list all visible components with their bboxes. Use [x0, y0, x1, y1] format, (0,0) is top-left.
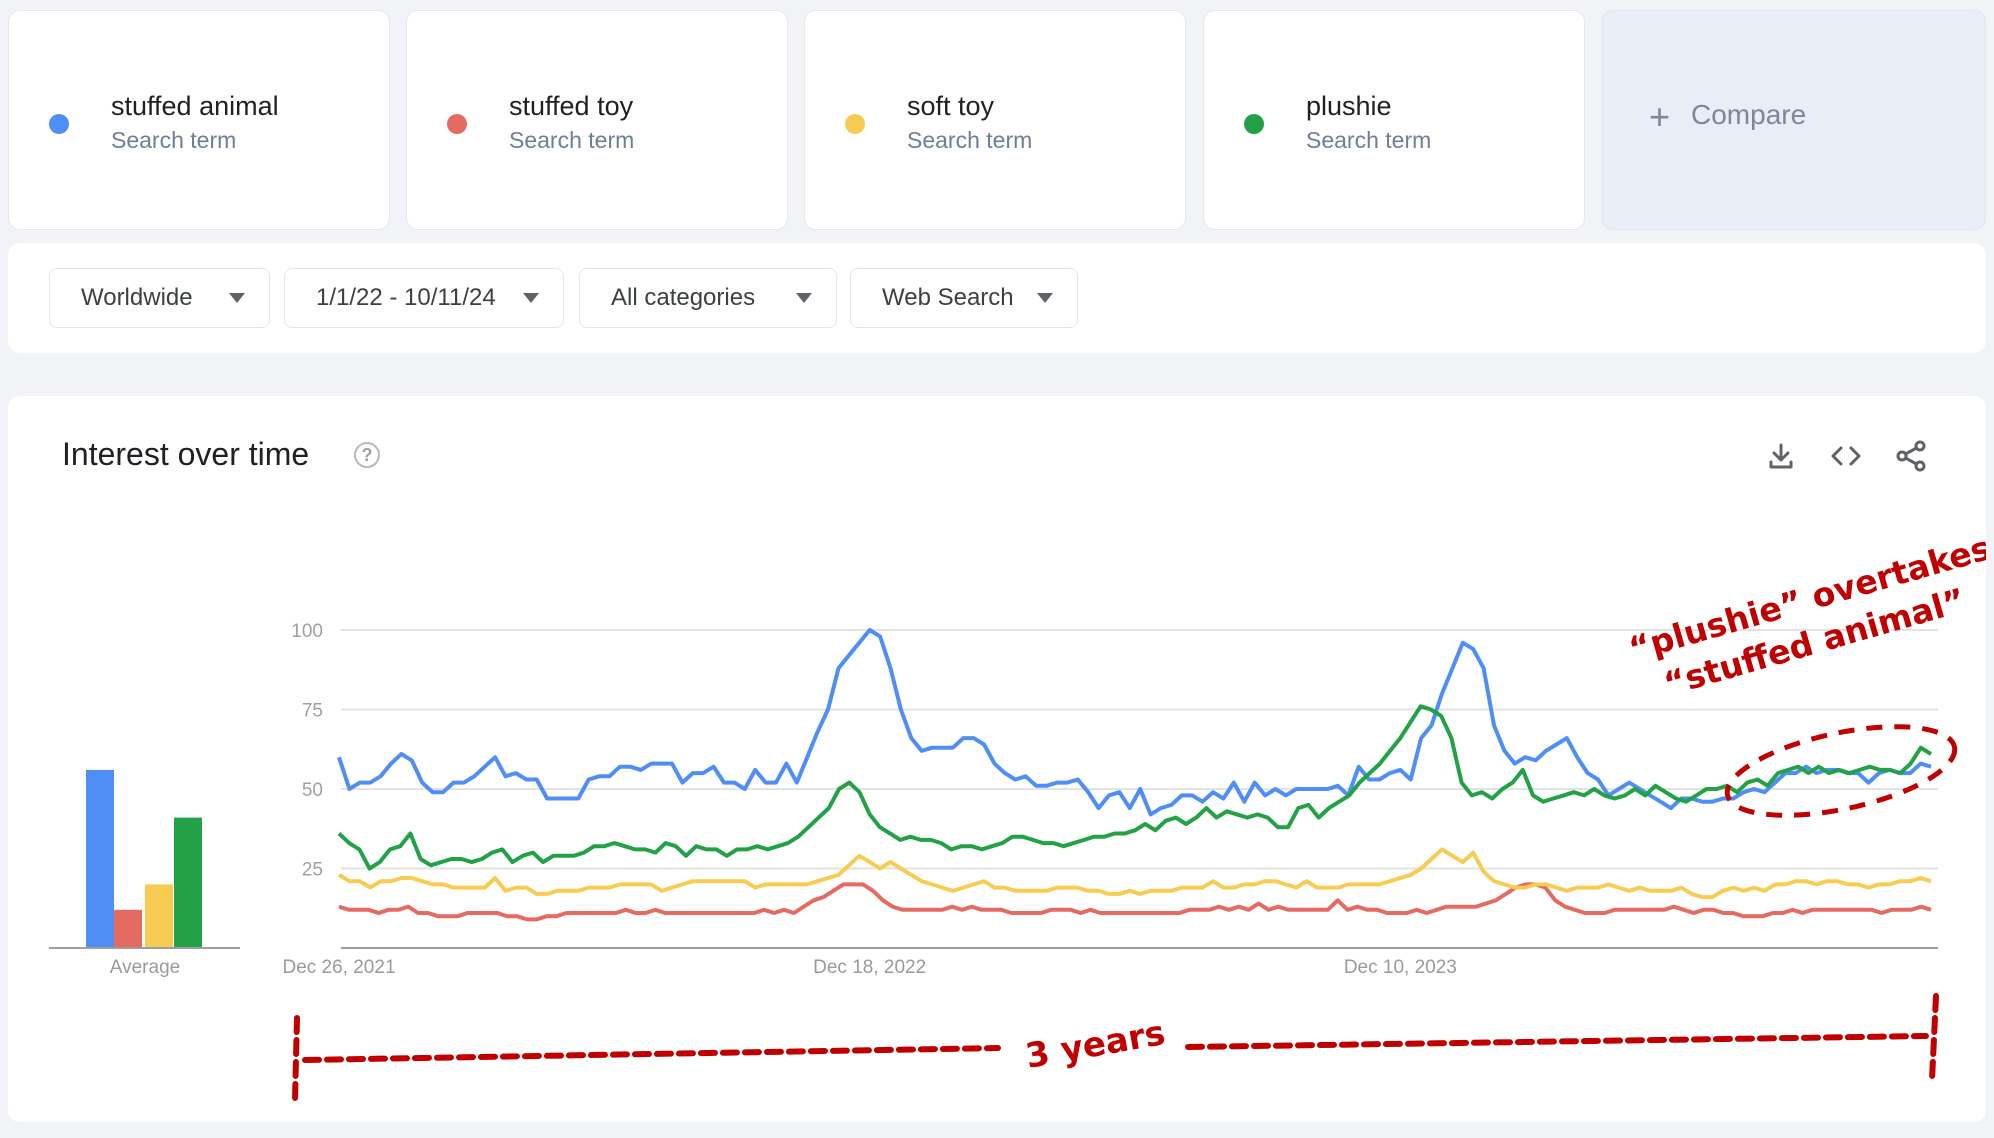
- span-bracket-left: [292, 1015, 300, 1103]
- series-color-dot: [1244, 114, 1264, 134]
- annotations: “plushie” overtakes“stuffed animal”3 yea…: [292, 528, 1986, 1103]
- term-name: stuffed animal: [111, 91, 279, 121]
- y-tick-label: 50: [302, 780, 323, 801]
- term-card-soft-toy[interactable]: soft toy Search term: [804, 10, 1186, 230]
- caret-down-icon: [229, 293, 245, 303]
- filter-bar: Worldwide 1/1/22 - 10/11/24 All categori…: [8, 243, 1986, 353]
- term-card-stuffed-toy[interactable]: stuffed toy Search term: [406, 10, 788, 230]
- term-type: Search term: [509, 127, 635, 153]
- term-type: Search term: [907, 127, 1033, 153]
- caret-down-icon: [523, 293, 539, 303]
- average-bar-stuffed-animal[interactable]: [86, 769, 114, 948]
- term-name: stuffed toy: [509, 91, 634, 121]
- series-line-plushie[interactable]: [337, 704, 1933, 871]
- average-bar-soft-toy[interactable]: [145, 884, 173, 948]
- term-card-stuffed-animal[interactable]: stuffed animal Search term: [8, 10, 390, 230]
- date-range-value: 1/1/22 - 10/11/24: [316, 284, 496, 311]
- series-color-dot: [845, 114, 865, 134]
- term-card-plushie[interactable]: plushie Search term: [1203, 10, 1585, 230]
- region-value: Worldwide: [81, 284, 193, 311]
- average-bars: Average: [49, 769, 240, 978]
- term-type: Search term: [111, 127, 237, 153]
- date-range-dropdown[interactable]: 1/1/22 - 10/11/24: [284, 268, 564, 328]
- span-line-right: [1185, 1033, 1929, 1050]
- search-terms-row: stuffed animal Search term stuffed toy S…: [8, 10, 1986, 230]
- average-bar-plushie[interactable]: [174, 817, 202, 948]
- x-tick-label: Dec 26, 2021: [282, 957, 395, 978]
- term-name: soft toy: [907, 91, 995, 121]
- y-tick-label: 75: [302, 701, 323, 722]
- term-type: Search term: [1306, 127, 1432, 153]
- x-tick-label: Dec 18, 2022: [813, 957, 926, 978]
- category-dropdown[interactable]: All categories: [579, 268, 837, 328]
- x-axis-ticks: Dec 26, 2021 Dec 18, 2022 Dec 10, 2023: [282, 957, 1456, 978]
- x-tick-label: Dec 10, 2023: [1344, 957, 1457, 978]
- interest-over-time-panel: Interest over time ? Average 25 50 75 100 D…: [8, 396, 1986, 1122]
- y-tick-label: 100: [291, 621, 323, 642]
- span-line-left: [302, 1045, 1001, 1063]
- category-value: All categories: [611, 284, 756, 311]
- average-label: Average: [110, 957, 180, 978]
- caret-down-icon: [1037, 293, 1053, 303]
- y-tick-label: 25: [302, 860, 323, 881]
- span-bracket-right: [1929, 993, 1939, 1083]
- series-color-dot: [49, 114, 69, 134]
- search-type-dropdown[interactable]: Web Search: [850, 268, 1078, 328]
- region-dropdown[interactable]: Worldwide: [49, 268, 270, 328]
- span-label: 3 years: [1023, 1013, 1168, 1077]
- compare-label: Compare: [1691, 99, 1807, 130]
- interest-chart: Average 25 50 75 100 Dec 26, 2021 Dec 18, 20…: [49, 528, 1986, 1103]
- average-bar-stuffed-toy[interactable]: [114, 909, 142, 948]
- compare-button[interactable]: + Compare: [1602, 10, 1986, 230]
- search-type-value: Web Search: [882, 284, 1014, 311]
- term-name: plushie: [1306, 91, 1392, 121]
- plus-icon: +: [1649, 96, 1671, 137]
- series-color-dot: [447, 114, 467, 134]
- caret-down-icon: [796, 293, 812, 303]
